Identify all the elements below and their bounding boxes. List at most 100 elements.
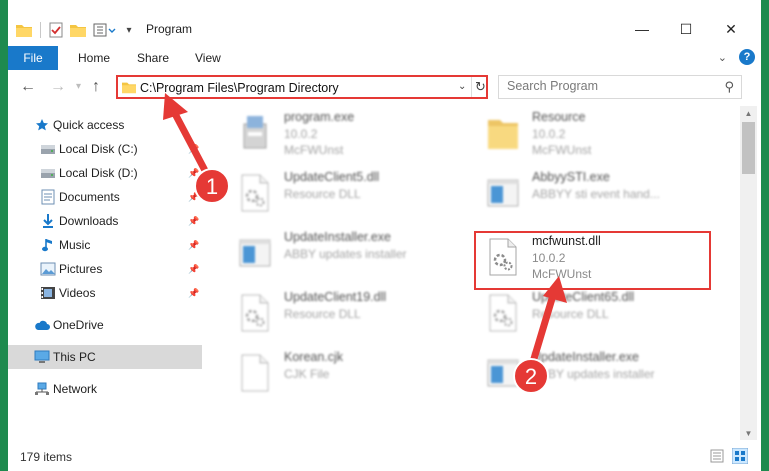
tab-view[interactable]: View <box>195 51 221 65</box>
scroll-thumb[interactable] <box>742 122 755 174</box>
file-detail: ABBY updates installer <box>532 367 655 381</box>
sidebar-item-documents[interactable]: Documents 📌 <box>8 185 202 209</box>
scroll-up-icon[interactable]: ▲ <box>740 106 757 120</box>
customize-toolbar-icon[interactable] <box>92 20 118 40</box>
address-bar[interactable]: C:\Program Files\Program Directory ⌄ ↻ <box>116 75 488 99</box>
file-name: mcfwunst.dll <box>532 234 601 248</box>
file-name: UpdateInstaller.exe <box>284 230 392 244</box>
pin-icon[interactable]: 📌 <box>188 168 199 179</box>
ribbon-tabs: File Home Share View ⌄ ? <box>8 46 761 71</box>
pin-icon[interactable]: 📌 <box>188 192 199 203</box>
star-icon <box>34 117 50 133</box>
music-icon <box>40 237 56 253</box>
file-item-updateinstaller-exe[interactable]: UpdateInstaller.exe ABBY updates installe… <box>480 348 710 400</box>
file-name: program.exe <box>284 110 355 124</box>
explorer-window: ▾ Program — ☐ ✕ File Home Share View ⌄ ?… <box>8 0 761 471</box>
app-window-icon <box>486 354 520 392</box>
app-window-icon <box>486 174 520 212</box>
dll-icon <box>486 238 520 276</box>
up-arrow-icon[interactable]: ↑ <box>92 78 100 96</box>
pin-icon[interactable]: 📌 <box>188 216 199 227</box>
file-name: UpdateClient65.dll <box>532 290 635 304</box>
documents-icon <box>40 189 56 205</box>
dll-icon <box>486 294 520 332</box>
minimize-button[interactable]: — <box>620 14 664 44</box>
sidebar-item-label: OneDrive <box>53 318 104 332</box>
file-detail: Resource DLL <box>532 307 609 321</box>
vertical-scrollbar[interactable]: ▲ ▼ <box>740 106 757 440</box>
back-arrow-icon[interactable]: ← <box>20 78 36 96</box>
forward-arrow-icon[interactable]: → <box>50 78 66 96</box>
sidebar-item-label: Local Disk (C:) <box>59 142 138 156</box>
item-count: 179 items <box>20 450 73 464</box>
sidebar-item-label: Music <box>59 238 91 252</box>
sidebar-item-local-disk-c[interactable]: Local Disk (C:) 📌 <box>8 137 202 161</box>
dropdown-arrow-icon[interactable]: ▾ <box>122 20 136 40</box>
sidebar-item-network[interactable]: Network <box>8 377 202 401</box>
file-item-mcfwunst-dll[interactable]: mcfwunst.dll 10.0.2 McFWUnst <box>480 232 710 284</box>
tab-file[interactable]: File <box>8 46 58 70</box>
search-icon[interactable]: ⚲ <box>724 79 734 95</box>
large-icons-view-icon[interactable] <box>732 448 748 464</box>
file-item-korean-cjk[interactable]: Korean.cjk CJK File <box>232 348 462 400</box>
file-item-abbyysti-exe[interactable]: AbbyySTI.exe ABBYY sti event hand... <box>480 168 710 220</box>
download-icon <box>40 213 56 229</box>
drive-icon <box>40 141 56 157</box>
file-list: program.exe 10.0.2 McFWUnst Resource 10.0.2 M… <box>204 106 740 440</box>
pin-icon[interactable]: 📌 <box>188 144 199 155</box>
file-detail: McFWUnst <box>532 267 592 281</box>
pin-icon[interactable]: 📌 <box>188 240 199 251</box>
file-detail: Resource DLL <box>284 307 361 321</box>
file-detail: Resource DLL <box>284 187 361 201</box>
file-name: AbbyySTI.exe <box>532 170 610 184</box>
file-name: Korean.cjk <box>284 350 344 364</box>
tab-share[interactable]: Share <box>137 51 169 65</box>
file-item-updateclient65-dll[interactable]: UpdateClient65.dll Resource DLL <box>480 288 710 340</box>
videos-icon <box>40 285 56 301</box>
address-path[interactable]: C:\Program Files\Program Directory <box>140 81 339 95</box>
file-item-updateclient19-dll[interactable]: UpdateClient19.dll Resource DLL <box>232 288 462 340</box>
folder-zip-icon <box>486 114 520 152</box>
search-box[interactable]: ⚲ <box>498 75 742 99</box>
new-folder-icon[interactable] <box>68 20 88 40</box>
maximize-button[interactable]: ☐ <box>664 14 708 44</box>
properties-icon[interactable] <box>46 20 66 40</box>
file-detail: 10.0.2 <box>532 127 566 141</box>
file-detail: 10.0.2 <box>532 251 566 265</box>
close-button[interactable]: ✕ <box>709 14 753 44</box>
recent-locations-icon[interactable]: ▾ <box>76 81 81 92</box>
address-dropdown-icon[interactable]: ⌄ <box>458 81 466 92</box>
file-name: UpdateClient19.dll <box>284 290 387 304</box>
file-detail: ABBYY sti event hand... <box>532 187 660 201</box>
sidebar-item-downloads[interactable]: Downloads 📌 <box>8 209 202 233</box>
sidebar-item-videos[interactable]: Videos 📌 <box>8 281 202 305</box>
help-icon[interactable]: ? <box>739 49 755 65</box>
file-name: Resource <box>532 110 586 124</box>
sidebar-item-onedrive[interactable]: OneDrive <box>8 313 202 337</box>
pin-icon[interactable]: 📌 <box>188 288 199 299</box>
file-item-updateinstaller-exe[interactable]: UpdateInstaller.exe ABBY updates installe… <box>232 228 462 280</box>
sidebar-item-label: Quick access <box>53 118 125 132</box>
file-item-resource[interactable]: Resource 10.0.2 McFWUnst <box>480 108 710 160</box>
file-detail: ABBY updates installer <box>284 247 407 261</box>
file-detail: 10.0.2 <box>284 127 318 141</box>
sidebar-item-label: Downloads <box>59 214 119 228</box>
pin-icon[interactable]: 📌 <box>188 264 199 275</box>
refresh-icon[interactable]: ↻ <box>471 77 489 97</box>
sidebar-item-label: Videos <box>59 286 96 300</box>
tab-home[interactable]: Home <box>78 51 110 65</box>
file-item-updateclient5-dll[interactable]: UpdateClient5.dll Resource DLL <box>232 168 462 220</box>
search-input[interactable] <box>507 79 707 93</box>
expand-ribbon-icon[interactable]: ⌄ <box>718 51 727 64</box>
sidebar-item-local-disk-d[interactable]: Local Disk (D:) 📌 <box>8 161 202 185</box>
sidebar-item-music[interactable]: Music 📌 <box>8 233 202 257</box>
scroll-down-icon[interactable]: ▼ <box>740 426 757 440</box>
sidebar-item-this-pc[interactable]: This PC <box>8 345 202 369</box>
sidebar-item-label: Documents <box>59 190 120 204</box>
sidebar-item-quick-access[interactable]: Quick access <box>8 113 202 137</box>
details-view-icon[interactable] <box>710 449 724 463</box>
sidebar-item-pictures[interactable]: Pictures 📌 <box>8 257 202 281</box>
title-separator <box>40 22 41 38</box>
dll-icon <box>238 294 272 332</box>
file-item-program-exe[interactable]: program.exe 10.0.2 McFWUnst <box>232 108 462 160</box>
